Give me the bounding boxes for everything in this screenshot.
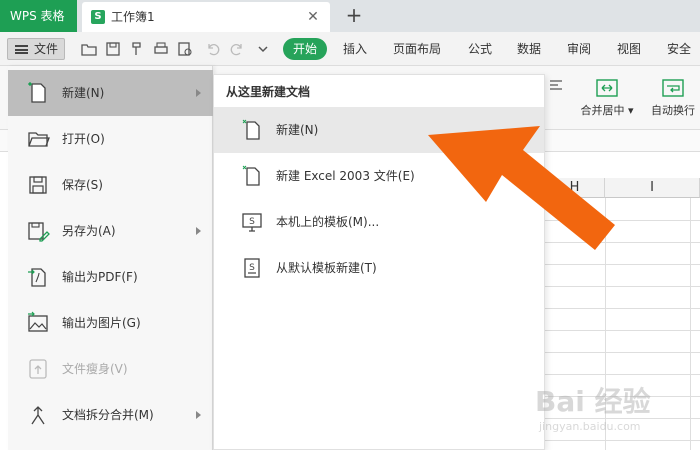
default-template-icon: S: [240, 256, 264, 280]
menu-item-label: 文件瘦身(V): [62, 362, 128, 376]
annotation-arrow-icon: [428, 126, 615, 250]
tab-insert[interactable]: 插入: [343, 32, 367, 66]
title-bar: WPS 表格 S 工作簿1 ✕ +: [0, 0, 700, 32]
file-menu: 新建(N) 打开(O) 保存(S) 另存为(A) 输出为PDF(F) 输出为图片…: [8, 66, 213, 450]
menu-item-label: 新建(N): [62, 86, 105, 100]
wrap-text-label: 自动换行: [651, 104, 695, 117]
wrap-text-icon: [662, 78, 684, 98]
new-doc-icon: [240, 118, 264, 142]
menu-item-label: 打开(O): [62, 132, 105, 146]
redo-icon[interactable]: [228, 40, 246, 58]
app-tab[interactable]: WPS 表格: [0, 0, 77, 32]
menu-item-split-merge[interactable]: 文档拆分合并(M): [8, 392, 213, 438]
menu-item-export-pdf[interactable]: 输出为PDF(F): [8, 254, 213, 300]
menu-item-slim-file[interactable]: 文件瘦身(V): [8, 346, 213, 392]
new-excel-icon: [240, 164, 264, 188]
document-name: 工作簿1: [111, 10, 155, 24]
menu-item-label: 输出为PDF(F): [62, 270, 138, 284]
grid-line: [545, 286, 700, 287]
menu-item-label: 保存(S): [62, 178, 103, 192]
menu-item-new[interactable]: 新建(N): [8, 70, 213, 116]
local-template-icon: S: [240, 210, 264, 234]
merge-cells-icon: [596, 78, 618, 98]
tab-review[interactable]: 审阅: [567, 32, 591, 66]
submenu-arrow-icon: [196, 411, 201, 419]
spreadsheet-icon: S: [91, 10, 105, 24]
menu-item-export-image[interactable]: 输出为图片(G): [8, 300, 213, 346]
watermark-url: jingyan.baidu.com: [539, 420, 641, 433]
tab-start[interactable]: 开始: [283, 38, 327, 60]
folder-open-icon: [26, 127, 50, 151]
baidu-jingyan-watermark: Bai 经验 jingyan.baidu.com: [535, 372, 695, 442]
tab-security[interactable]: 安全: [667, 32, 691, 66]
save-as-icon: [26, 219, 50, 243]
grid-line: [545, 330, 700, 331]
close-tab-icon[interactable]: ✕: [304, 8, 322, 26]
document-tab[interactable]: S 工作簿1 ✕: [82, 2, 330, 32]
submenu-item-label: 从默认模板新建(T): [276, 261, 377, 275]
hamburger-icon: [15, 45, 28, 54]
new-tab-icon[interactable]: +: [343, 4, 365, 26]
file-menu-label: 文件: [34, 42, 59, 56]
export-pdf-icon: [26, 265, 50, 289]
tab-page-layout[interactable]: 页面布局: [393, 32, 441, 66]
save-icon[interactable]: [104, 40, 122, 58]
svg-text:S: S: [249, 217, 255, 227]
print-preview-icon[interactable]: [176, 40, 194, 58]
slim-file-icon: [26, 357, 50, 381]
open-folder-icon[interactable]: [80, 40, 98, 58]
print-icon[interactable]: [152, 40, 170, 58]
align-icon[interactable]: [548, 78, 564, 94]
chevron-down-icon[interactable]: [254, 40, 272, 58]
submenu-item-label: 新建(N): [276, 123, 319, 137]
submenu-item-label: 本机上的模板(M)...: [276, 215, 380, 229]
grid-line: [545, 264, 700, 265]
menu-item-label: 输出为图片(G): [62, 316, 141, 330]
submenu-arrow-icon: [196, 227, 201, 235]
submenu-arrow-icon: [196, 89, 201, 97]
main-toolbar: 文件 开始 插入 页面布局 公式 数据 审阅 视图 安全: [0, 32, 700, 66]
format-painter-icon[interactable]: [128, 40, 146, 58]
export-image-icon: [26, 311, 50, 335]
submenu-item-label: 新建 Excel 2003 文件(E): [276, 169, 415, 183]
menu-item-label: 文档拆分合并(M): [62, 408, 154, 422]
watermark-text: Bai 经验: [535, 385, 651, 418]
file-menu-button[interactable]: 文件: [7, 38, 65, 60]
grid-line: [545, 308, 700, 309]
grid-line: [545, 352, 700, 353]
wrap-text-button[interactable]: 自动换行: [643, 72, 700, 128]
tab-data[interactable]: 数据: [517, 32, 541, 66]
save-icon: [26, 173, 50, 197]
tab-formula[interactable]: 公式: [468, 32, 492, 66]
new-doc-icon: [26, 81, 50, 105]
menu-item-label: 另存为(A): [62, 224, 116, 238]
menu-item-save-as[interactable]: 另存为(A): [8, 208, 213, 254]
menu-item-save[interactable]: 保存(S): [8, 162, 213, 208]
menu-item-open[interactable]: 打开(O): [8, 116, 213, 162]
undo-icon[interactable]: [204, 40, 222, 58]
svg-text:S: S: [249, 263, 255, 273]
split-merge-icon: [26, 403, 50, 427]
submenu-title: 从这里新建文档: [226, 85, 311, 99]
tab-view[interactable]: 视图: [617, 32, 641, 66]
